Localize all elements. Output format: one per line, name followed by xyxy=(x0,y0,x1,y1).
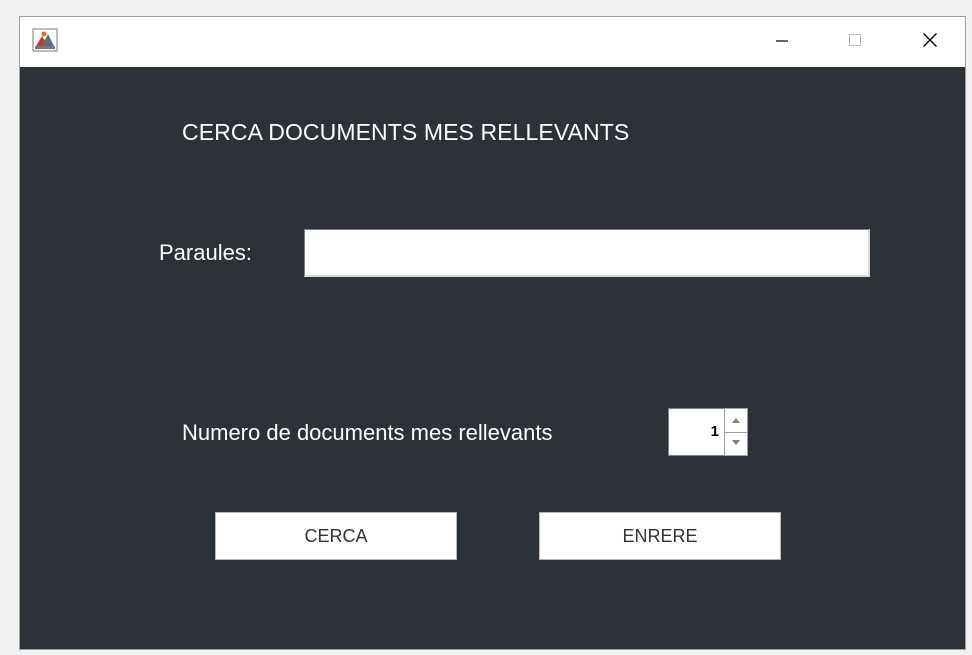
app-window: CERCA DOCUMENTS MES RELLEVANTS Paraules:… xyxy=(19,16,966,650)
form-panel: CERCA DOCUMENTS MES RELLEVANTS Paraules:… xyxy=(20,67,965,649)
spinner-arrows xyxy=(724,408,748,456)
close-button[interactable] xyxy=(907,17,953,67)
title-bar[interactable] xyxy=(20,17,965,67)
num-documents-spinner[interactable]: 1 xyxy=(668,408,748,456)
enrere-button[interactable]: ENRERE xyxy=(539,512,781,560)
maximize-button[interactable] xyxy=(832,17,878,67)
arrow-up-icon xyxy=(732,416,740,425)
paraules-input[interactable] xyxy=(304,229,870,277)
maximize-icon xyxy=(848,33,862,52)
spinner-down-button[interactable] xyxy=(724,432,748,456)
arrow-down-icon xyxy=(732,439,740,448)
close-icon xyxy=(922,32,938,53)
num-documents-label: Numero de documents mes rellevants xyxy=(182,420,553,445)
spinner-up-button[interactable] xyxy=(724,408,748,433)
num-documents-value[interactable]: 1 xyxy=(668,408,724,456)
paraules-label: Paraules: xyxy=(159,240,252,265)
java-app-icon xyxy=(32,28,58,52)
cerca-button[interactable]: CERCA xyxy=(215,512,457,560)
minimize-icon xyxy=(775,33,789,52)
minimize-button[interactable] xyxy=(759,17,805,67)
page-title: CERCA DOCUMENTS MES RELLEVANTS xyxy=(182,119,630,145)
